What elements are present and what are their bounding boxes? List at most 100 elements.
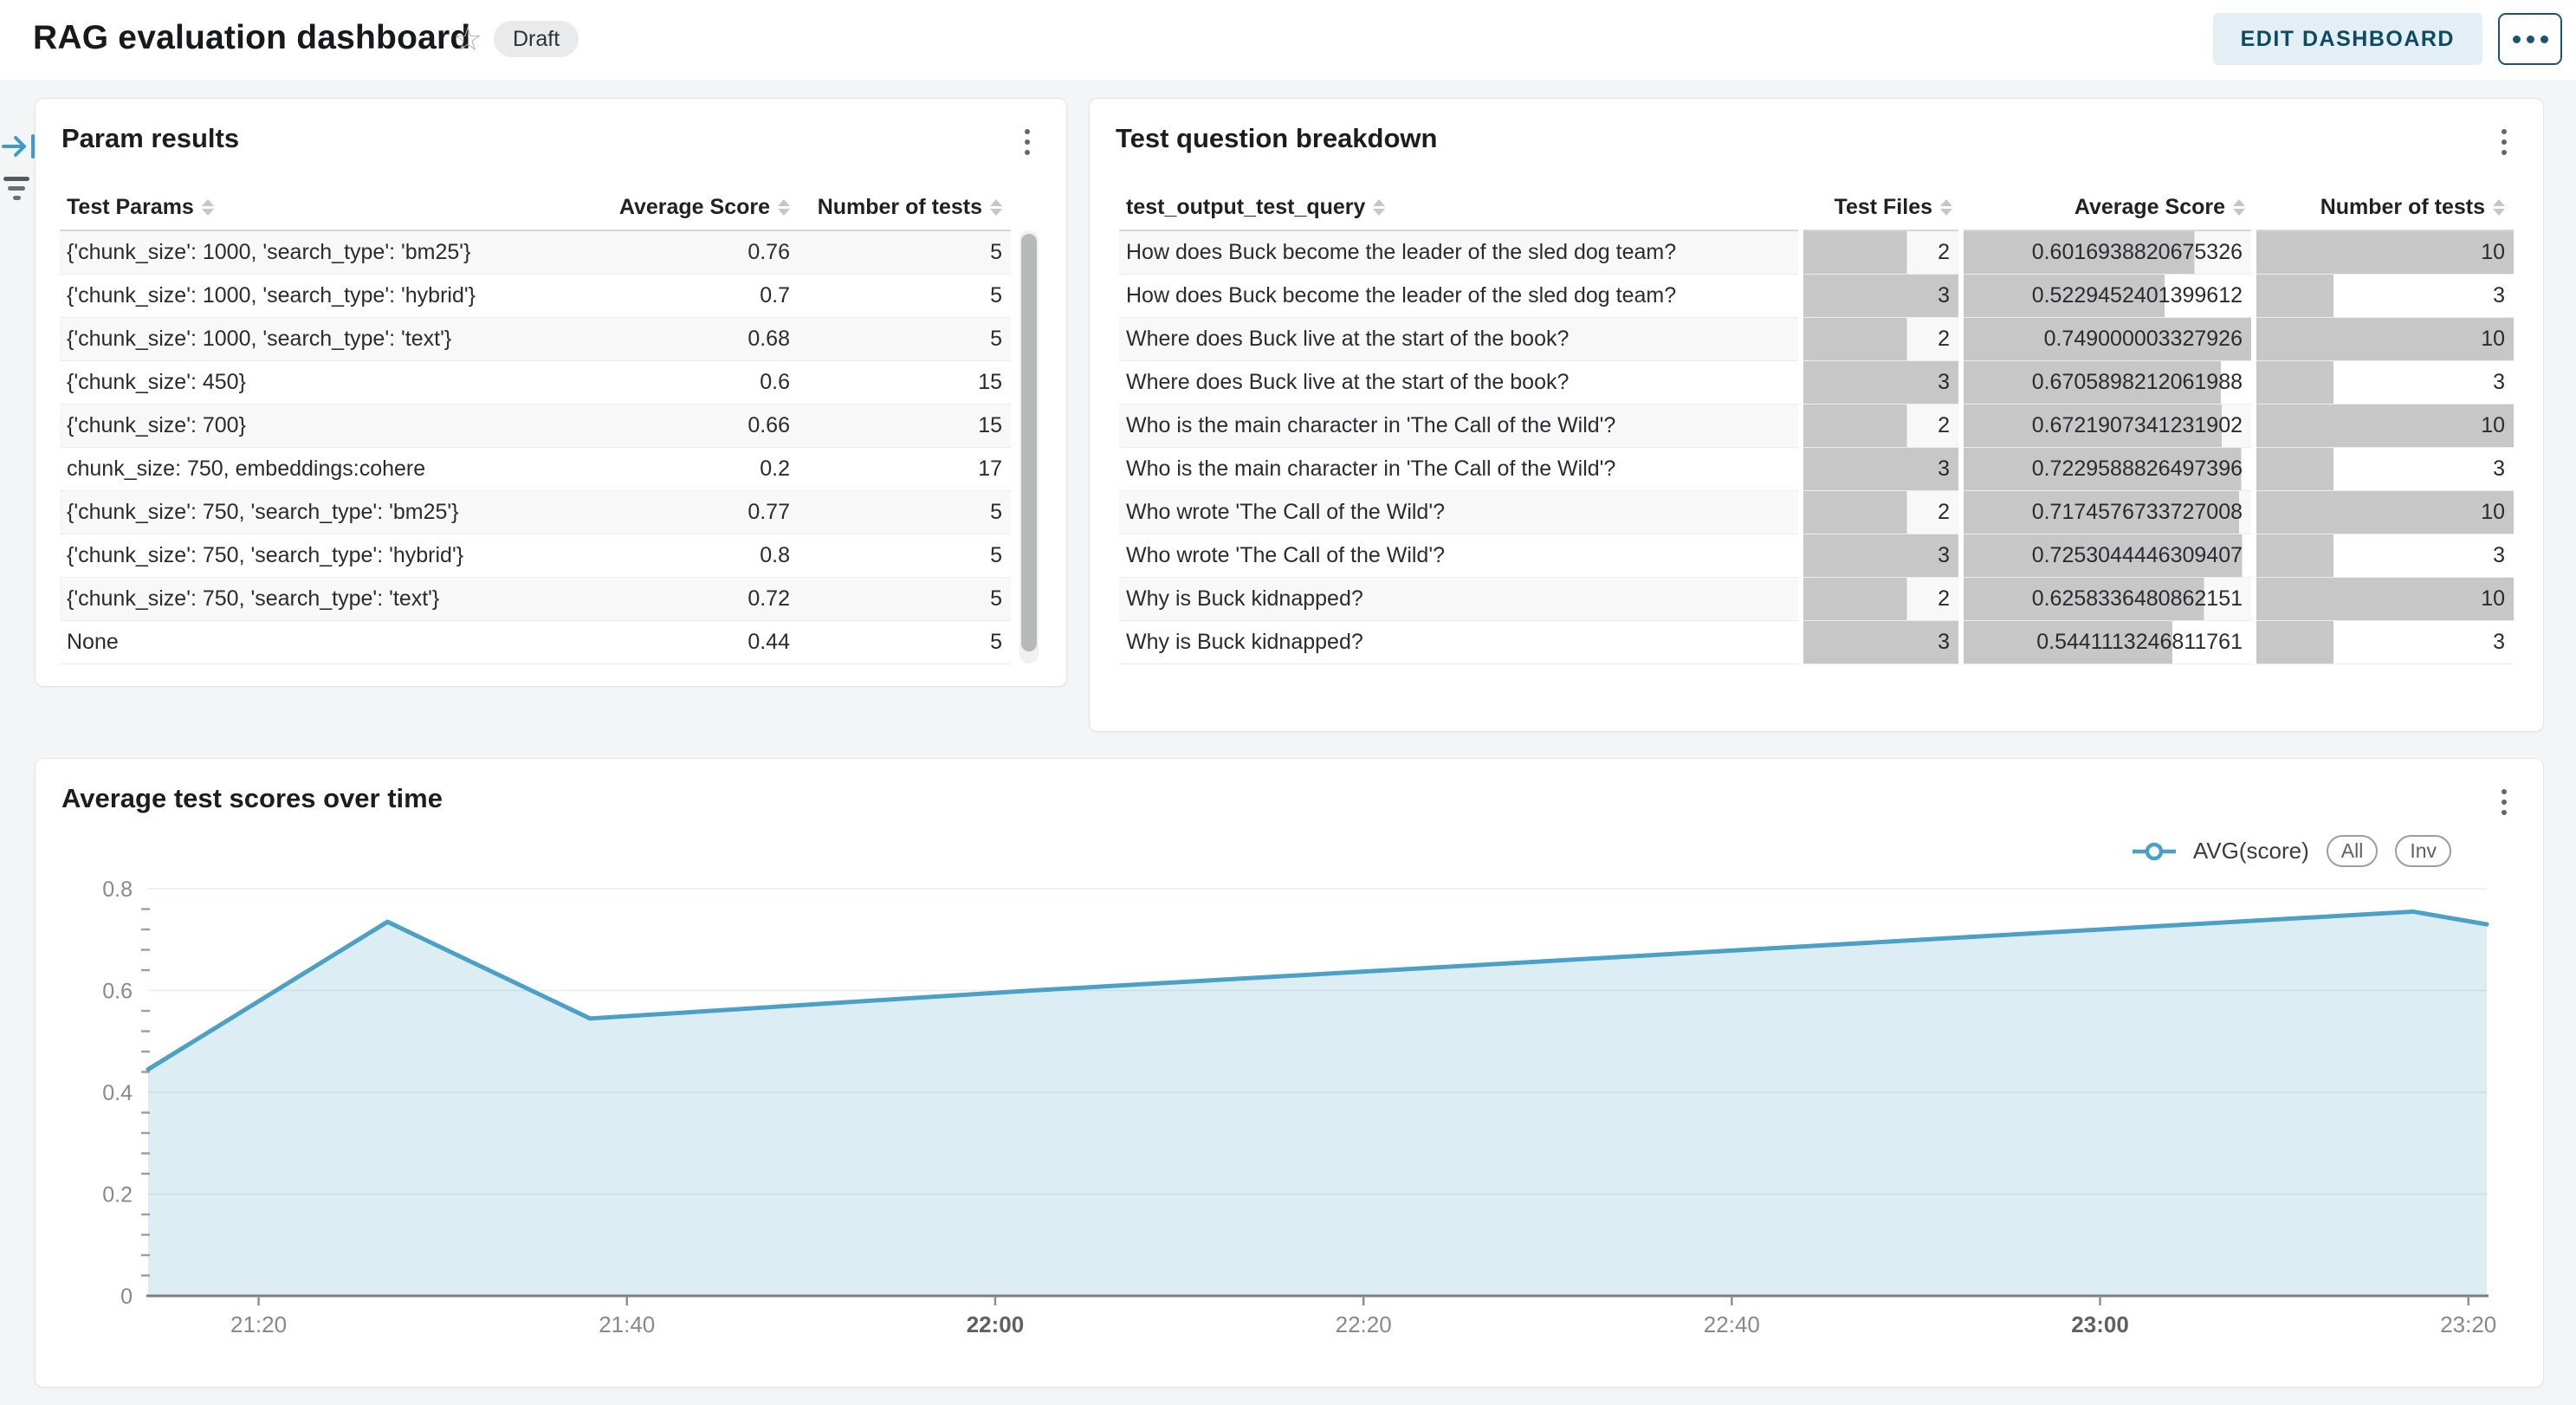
table-cell: chunk_size: 750, embeddings:cohere — [60, 447, 601, 490]
table-row[interactable]: {'chunk_size': 1000, 'search_type': 'tex… — [60, 317, 1011, 360]
svg-text:0.6: 0.6 — [102, 980, 133, 1004]
table-cell: None — [60, 620, 601, 664]
edit-dashboard-button[interactable]: EDIT DASHBOARD — [2213, 13, 2482, 65]
kebab-menu-icon[interactable] — [1013, 123, 1042, 161]
table-cell: 0.72 — [601, 577, 799, 620]
more-options-button[interactable] — [2498, 13, 2562, 65]
table-row[interactable]: Why is Buck kidnapped?20.625833648086215… — [1119, 577, 2514, 620]
table-cell: 2 — [1801, 577, 1961, 620]
chart-card: Average test scores over time AVG(score)… — [35, 758, 2544, 1388]
column-header-average-score[interactable]: Average Score — [601, 185, 799, 230]
table-cell: 10 — [2254, 490, 2514, 534]
table-row[interactable]: {'chunk_size': 1000, 'search_type': 'hyb… — [60, 274, 1011, 317]
status-badge: Draft — [494, 21, 579, 57]
column-header-number-of-tests[interactable]: Number of tests — [2254, 185, 2514, 230]
table-cell: 10 — [2254, 404, 2514, 447]
star-icon[interactable]: ☆ — [453, 21, 482, 59]
table-cell: {'chunk_size': 1000, 'search_type': 'bm2… — [60, 230, 601, 274]
table-row[interactable]: Who is the main character in 'The Call o… — [1119, 404, 2514, 447]
table-cell: {'chunk_size': 750, 'search_type': 'hybr… — [60, 534, 601, 577]
card-title: Param results — [61, 123, 239, 154]
table-cell: 0.77 — [601, 490, 799, 534]
table-cell: 5 — [799, 620, 1011, 664]
svg-text:22:20: 22:20 — [1336, 1311, 1392, 1337]
table-row[interactable]: {'chunk_size': 750, 'search_type': 'bm25… — [60, 490, 1011, 534]
table-cell: 10 — [2254, 577, 2514, 620]
column-header-test-files[interactable]: Test Files — [1801, 185, 1961, 230]
table-cell: 5 — [799, 274, 1011, 317]
table-cell: Who is the main character in 'The Call o… — [1119, 447, 1801, 490]
table-cell: 0.7174576733727008 — [1961, 490, 2254, 534]
table-row[interactable]: Who is the main character in 'The Call o… — [1119, 447, 2514, 490]
table-row[interactable]: Where does Buck live at the start of the… — [1119, 317, 2514, 360]
sort-icon — [990, 199, 1002, 216]
svg-text:0.8: 0.8 — [102, 877, 133, 902]
table-row[interactable]: How does Buck become the leader of the s… — [1119, 230, 2514, 274]
table-cell: 5 — [799, 534, 1011, 577]
table-cell: Where does Buck live at the start of the… — [1119, 360, 1801, 404]
table-cell: Why is Buck kidnapped? — [1119, 577, 1801, 620]
table-row[interactable]: Where does Buck live at the start of the… — [1119, 360, 2514, 404]
table-cell: How does Buck become the leader of the s… — [1119, 230, 1801, 274]
table-cell: 3 — [2254, 360, 2514, 404]
table-row[interactable]: chunk_size: 750, embeddings:cohere0.217 — [60, 447, 1011, 490]
table-cell: 15 — [799, 404, 1011, 447]
svg-text:0.2: 0.2 — [102, 1183, 133, 1208]
table-cell: 0.76 — [601, 230, 799, 274]
table-header-row: Test Params Average Score Number of test… — [60, 185, 1011, 230]
question-breakdown-table: test_output_test_query Test Files Averag… — [1119, 185, 2514, 664]
page-title: RAG evaluation dashboard — [33, 19, 470, 57]
table-row[interactable]: {'chunk_size': 700}0.6615 — [60, 404, 1011, 447]
svg-text:0.4: 0.4 — [102, 1081, 133, 1105]
table-cell: 0.6016938820675326 — [1961, 230, 2254, 274]
table-cell: {'chunk_size': 1000, 'search_type': 'tex… — [60, 317, 601, 360]
table-cell: 0.8 — [601, 534, 799, 577]
question-breakdown-card: Test question breakdown test_output_test… — [1089, 98, 2544, 732]
line-chart[interactable]: 00.20.40.60.821:2021:4022:0022:2022:4023… — [36, 759, 2545, 1389]
column-header-test-params[interactable]: Test Params — [60, 185, 601, 230]
table-row[interactable]: Why is Buck kidnapped?30.544111324681176… — [1119, 620, 2514, 664]
table-cell: 0.68 — [601, 317, 799, 360]
table-cell: {'chunk_size': 750, 'search_type': 'bm25… — [60, 490, 601, 534]
svg-text:22:40: 22:40 — [1704, 1311, 1760, 1337]
table-row[interactable]: {'chunk_size': 1000, 'search_type': 'bm2… — [60, 230, 1011, 274]
table-cell: 0.2 — [601, 447, 799, 490]
sort-icon — [2233, 199, 2245, 216]
table-row[interactable]: {'chunk_size': 750, 'search_type': 'hybr… — [60, 534, 1011, 577]
table-cell: 5 — [799, 230, 1011, 274]
table-scrollbar[interactable] — [1019, 230, 1039, 664]
svg-text:21:20: 21:20 — [230, 1311, 287, 1337]
table-cell: {'chunk_size': 450} — [60, 360, 601, 404]
table-cell: 0.5229452401399612 — [1961, 274, 2254, 317]
table-row[interactable]: {'chunk_size': 750, 'search_type': 'text… — [60, 577, 1011, 620]
svg-text:22:00: 22:00 — [967, 1311, 1025, 1337]
param-results-card: Param results Test Params Average Score … — [35, 98, 1067, 687]
collapse-panel-icon[interactable] — [2, 133, 38, 164]
table-cell: 0.7229588826497396 — [1961, 447, 2254, 490]
kebab-menu-icon[interactable] — [2489, 123, 2519, 161]
table-cell: 10 — [2254, 230, 2514, 274]
table-row[interactable]: Who wrote 'The Call of the Wild'?30.7253… — [1119, 534, 2514, 577]
svg-text:0: 0 — [120, 1285, 133, 1309]
table-row[interactable]: Who wrote 'The Call of the Wild'?20.7174… — [1119, 490, 2514, 534]
column-header-test-query[interactable]: test_output_test_query — [1119, 185, 1801, 230]
table-cell: Who wrote 'The Call of the Wild'? — [1119, 534, 1801, 577]
table-cell: 15 — [799, 360, 1011, 404]
column-header-number-of-tests[interactable]: Number of tests — [799, 185, 1011, 230]
svg-text:21:40: 21:40 — [599, 1311, 655, 1337]
table-row[interactable]: {'chunk_size': 450}0.615 — [60, 360, 1011, 404]
param-results-table: Test Params Average Score Number of test… — [60, 185, 1011, 664]
table-cell: 10 — [2254, 317, 2514, 360]
table-cell: 0.6721907341231902 — [1961, 404, 2254, 447]
table-row[interactable]: How does Buck become the leader of the s… — [1119, 274, 2514, 317]
table-cell: Why is Buck kidnapped? — [1119, 620, 1801, 664]
sort-icon — [202, 199, 214, 216]
table-cell: 3 — [2254, 620, 2514, 664]
table-cell: 3 — [1801, 534, 1961, 577]
table-cell: Where does Buck live at the start of the… — [1119, 317, 1801, 360]
column-header-average-score[interactable]: Average Score — [1961, 185, 2254, 230]
table-row[interactable]: None0.445 — [60, 620, 1011, 664]
table-cell: 0.7 — [601, 274, 799, 317]
table-cell: 5 — [799, 490, 1011, 534]
filter-icon[interactable] — [2, 175, 33, 209]
